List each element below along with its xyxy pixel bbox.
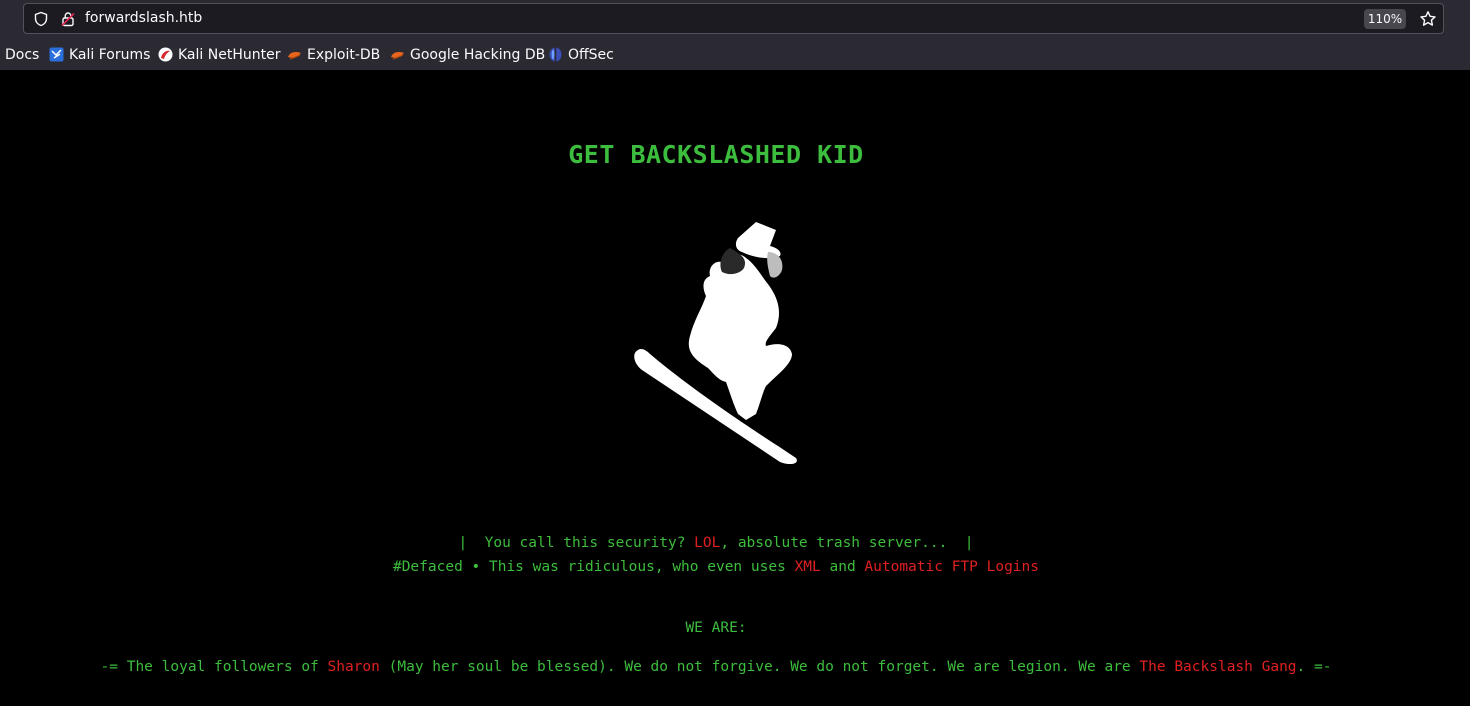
bookmark-kali-nethunter[interactable]: Kali NetHunter <box>158 44 280 66</box>
message-text: (May her soul be blessed). We do not for… <box>379 659 1140 675</box>
zoom-level-badge[interactable]: 110% <box>1364 9 1406 29</box>
url-bar[interactable]: forwardslash.htb 110% <box>23 3 1444 34</box>
snowboarder-silhouette-image <box>634 222 797 464</box>
ghdb-icon <box>391 52 404 60</box>
bookmark-exploit-db[interactable]: Exploit-DB <box>287 44 380 66</box>
bookmark-label: Docs <box>5 47 40 63</box>
message-text: and <box>820 559 865 575</box>
we-are-heading: WE ARE: <box>685 620 747 636</box>
bookmark-label: OffSec <box>568 47 614 63</box>
kali-nethunter-icon <box>158 47 173 62</box>
exploit-db-icon <box>288 52 301 60</box>
highlight-ftp-logins: Automatic FTP Logins <box>864 559 1040 575</box>
kali-forums-icon <box>49 47 64 62</box>
bookmark-kali-forums[interactable]: Kali Forums <box>49 44 150 66</box>
browser-chrome: forwardslash.htb 110% Docs Kali Forums K… <box>0 0 1470 70</box>
bookmark-label: Kali NetHunter <box>178 47 281 63</box>
bookmark-google-hacking-db[interactable]: Google Hacking DB <box>390 44 545 66</box>
message-text: | You call this security? <box>458 535 695 551</box>
bookmark-label: Exploit-DB <box>307 47 381 63</box>
message-line-3: -= The loyal followers of Sharon (May he… <box>0 659 1432 675</box>
shield-icon[interactable] <box>33 11 49 27</box>
message-line-1: | You call this security? LOL, absolute … <box>0 535 1432 551</box>
message-text: . =- <box>1296 659 1332 675</box>
message-text: -= The loyal followers of <box>100 659 328 675</box>
bookmarks-toolbar: Docs Kali Forums Kali NetHunter Exploit-… <box>0 44 1470 66</box>
message-text: #Defaced • This was ridiculous, who even… <box>392 559 795 575</box>
highlight-xml: XML <box>794 559 821 575</box>
bookmark-star-icon[interactable] <box>1419 10 1437 28</box>
offsec-icon <box>549 47 562 62</box>
message-text: , absolute trash server... | <box>720 535 974 551</box>
insecure-lock-icon[interactable] <box>60 11 76 27</box>
page-content: GET BACKSLASHED KID | You call this secu… <box>0 70 1470 706</box>
bookmark-label: Google Hacking DB <box>410 47 546 63</box>
page-title: GET BACKSLASHED KID <box>568 140 864 169</box>
bookmark-docs[interactable]: Docs <box>5 44 39 66</box>
bookmark-label: Kali Forums <box>69 47 151 63</box>
highlight-lol: LOL <box>694 535 721 551</box>
highlight-sharon: Sharon <box>327 659 380 675</box>
highlight-backslash-gang: The Backslash Gang <box>1139 659 1297 675</box>
bookmark-offsec[interactable]: OffSec <box>548 44 614 66</box>
message-line-2: #Defaced • This was ridiculous, who even… <box>0 559 1432 575</box>
url-text[interactable]: forwardslash.htb <box>85 10 202 26</box>
